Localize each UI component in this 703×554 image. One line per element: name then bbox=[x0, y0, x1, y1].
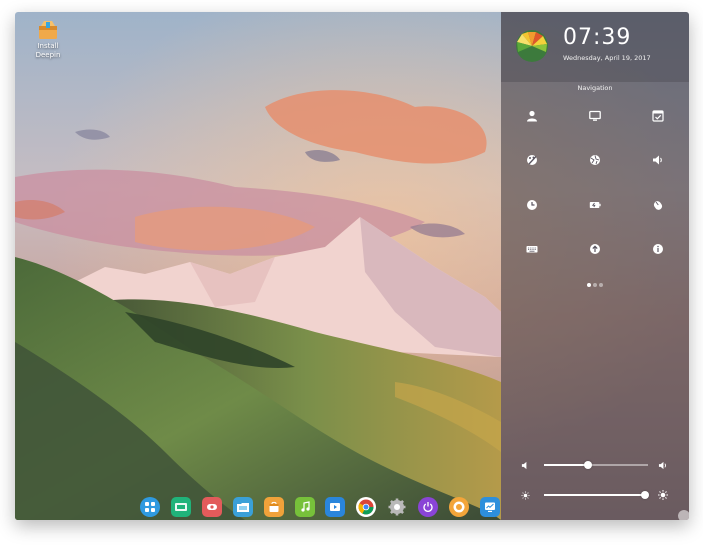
default-applications-button[interactable] bbox=[648, 106, 668, 126]
network-button[interactable] bbox=[585, 150, 605, 170]
display-button[interactable] bbox=[585, 106, 605, 126]
installer-box-icon bbox=[37, 20, 59, 40]
desktop-screen: Install Deepin 07:39 Wednesday, April 19,… bbox=[15, 12, 689, 520]
hot-corner[interactable] bbox=[678, 510, 689, 520]
dock-app-video[interactable] bbox=[325, 497, 346, 517]
dock-app-app-store[interactable] bbox=[263, 497, 284, 517]
dock bbox=[137, 494, 503, 520]
dock-app-chrome[interactable] bbox=[356, 497, 377, 517]
dock-app-settings[interactable] bbox=[387, 497, 407, 517]
page-dot-3[interactable] bbox=[599, 283, 603, 287]
power-icon bbox=[422, 501, 434, 513]
page-dot-2[interactable] bbox=[593, 283, 597, 287]
gear-icon bbox=[388, 498, 406, 516]
dock-app-photo-viewer[interactable] bbox=[449, 497, 470, 517]
personalization-button[interactable] bbox=[522, 150, 542, 170]
volume-slider-fill bbox=[544, 464, 588, 466]
launcher-icon bbox=[144, 501, 156, 513]
clock-icon bbox=[527, 200, 537, 210]
speaker-icon bbox=[653, 155, 662, 165]
monitor-chart-icon bbox=[484, 501, 496, 513]
music-note-icon bbox=[299, 501, 311, 513]
sound-button[interactable] bbox=[648, 150, 668, 170]
battery-icon bbox=[589, 202, 601, 208]
control-center-panel: 07:39 Wednesday, April 19, 2017 Navigati… bbox=[501, 12, 689, 520]
dock-app-shutdown[interactable] bbox=[418, 497, 439, 517]
time-date-button[interactable] bbox=[522, 195, 542, 215]
dock-app-launcher[interactable] bbox=[140, 497, 160, 517]
volume-slider[interactable] bbox=[544, 461, 648, 469]
info-icon bbox=[653, 244, 663, 254]
chrome-icon bbox=[358, 499, 374, 515]
recorder-icon bbox=[206, 501, 218, 513]
dock-app-music[interactable] bbox=[294, 497, 315, 517]
brightness-slider-knob[interactable] bbox=[640, 491, 649, 499]
volume-high-icon bbox=[657, 458, 669, 472]
workspace-icon bbox=[174, 501, 188, 513]
brightness-high-icon bbox=[657, 488, 669, 502]
keyboard-icon bbox=[526, 246, 538, 253]
brightness-slider-fill bbox=[544, 494, 645, 496]
brightness-slider-row bbox=[519, 488, 671, 502]
dock-app-screen-recorder[interactable] bbox=[201, 497, 222, 517]
user-icon bbox=[527, 110, 537, 122]
mouse-icon bbox=[653, 201, 663, 210]
clock-date: Wednesday, April 19, 2017 bbox=[563, 54, 651, 62]
desktop-icon-install-deepin[interactable]: Install Deepin bbox=[27, 18, 69, 60]
section-title: Navigation bbox=[577, 84, 613, 92]
film-icon bbox=[329, 501, 341, 513]
volume-slider-knob[interactable] bbox=[583, 461, 592, 469]
palette-icon bbox=[527, 155, 537, 165]
dock-app-system-monitor[interactable] bbox=[479, 497, 500, 517]
accounts-button[interactable] bbox=[522, 106, 542, 126]
dock-app-file-manager[interactable] bbox=[232, 497, 253, 517]
folder-icon bbox=[236, 501, 250, 513]
brightness-slider[interactable] bbox=[544, 491, 649, 499]
avatar[interactable] bbox=[516, 30, 548, 62]
power-button[interactable] bbox=[585, 195, 605, 215]
monitor-icon bbox=[589, 110, 601, 121]
brightness-low-icon bbox=[519, 488, 531, 502]
dock-app-multitasking[interactable] bbox=[170, 497, 191, 517]
page-dot-1[interactable] bbox=[587, 283, 591, 287]
store-bag-icon bbox=[268, 501, 280, 513]
volume-low-icon bbox=[519, 458, 531, 472]
checkbox-window-icon bbox=[652, 110, 664, 122]
desktop-icon-label: Install Deepin bbox=[35, 42, 61, 59]
volume-slider-row bbox=[519, 458, 671, 472]
clock-time: 07:39 bbox=[563, 25, 632, 50]
keyboard-button[interactable] bbox=[522, 239, 542, 259]
arrow-up-circle-icon bbox=[590, 244, 600, 254]
update-button[interactable] bbox=[585, 239, 605, 259]
mouse-button[interactable] bbox=[648, 195, 668, 215]
network-globe-icon bbox=[590, 155, 600, 165]
photo-icon bbox=[452, 500, 466, 514]
system-info-button[interactable] bbox=[648, 239, 668, 259]
